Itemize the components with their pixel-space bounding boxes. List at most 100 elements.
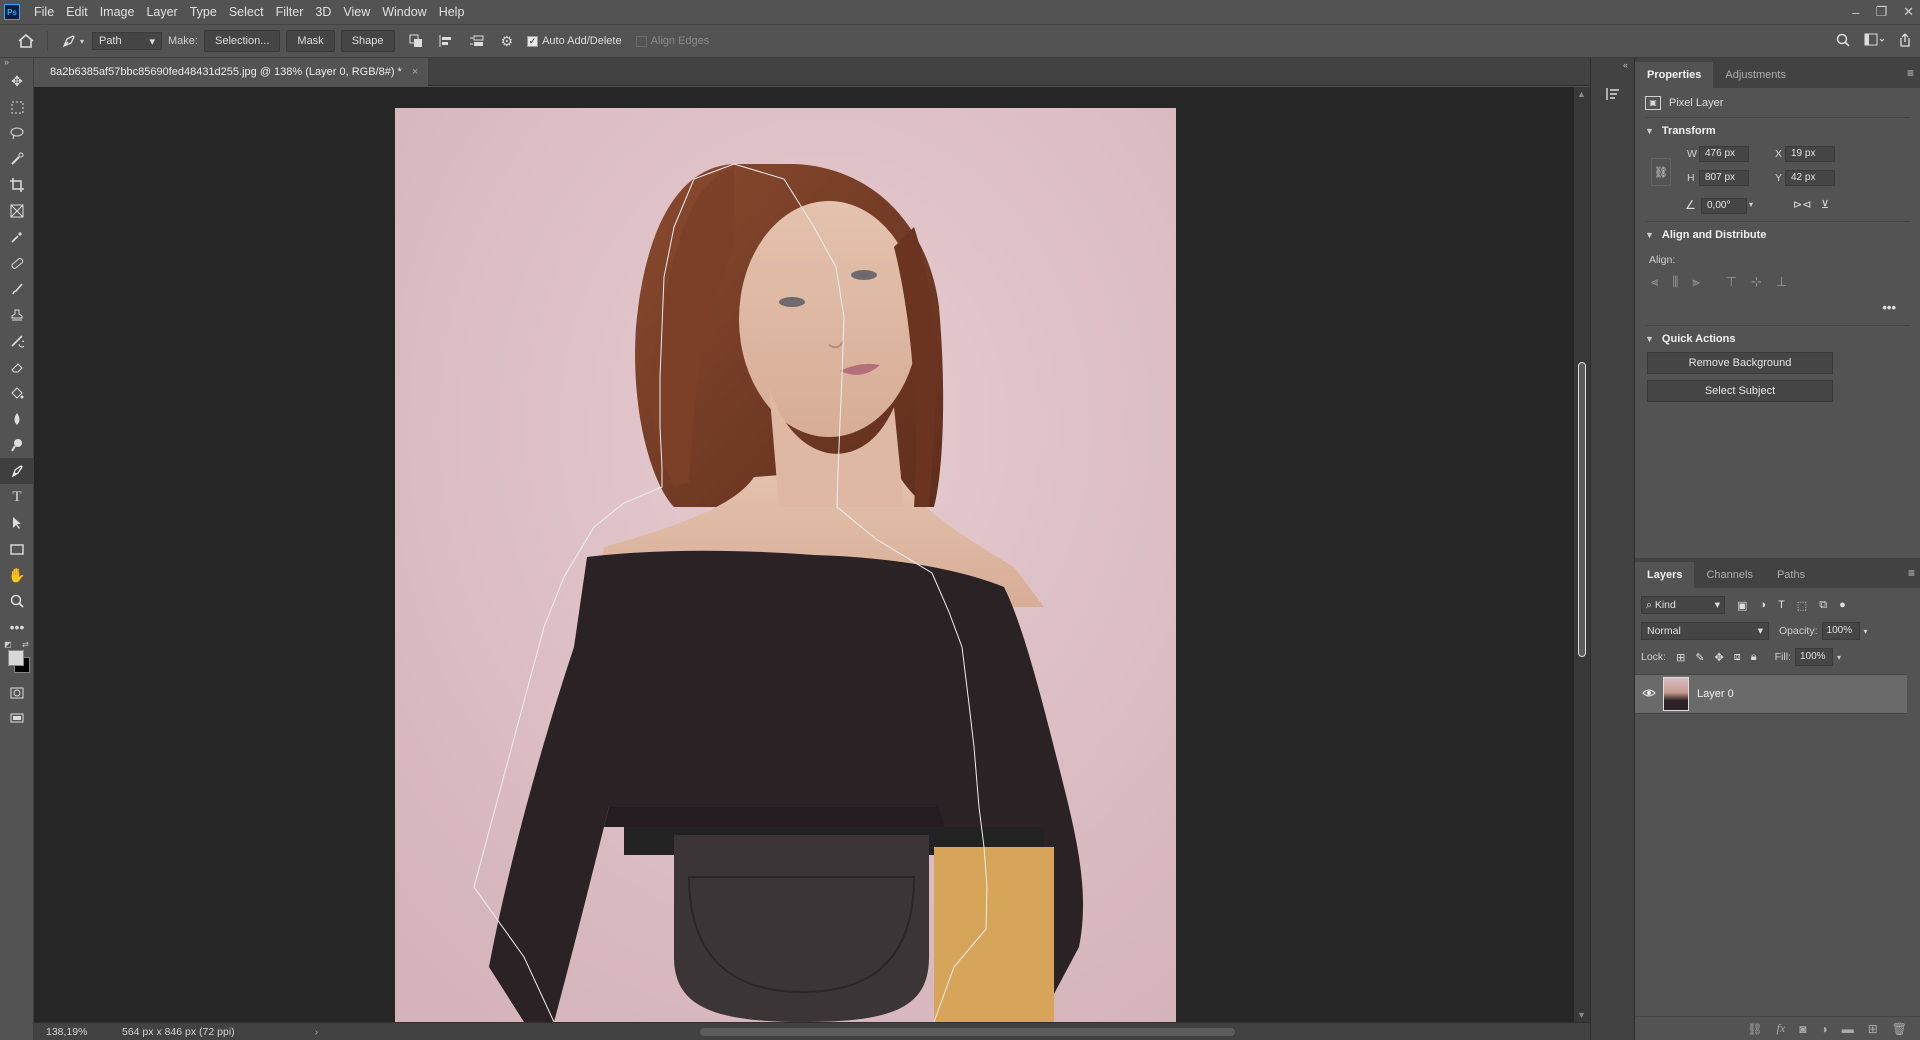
menu-file[interactable]: File	[28, 0, 60, 24]
more-options-icon[interactable]: •••	[1882, 300, 1896, 315]
history-panel-icon[interactable]	[1599, 80, 1627, 108]
filter-adjustment-icon[interactable]: ◑	[1759, 599, 1766, 611]
blend-mode-select[interactable]: Normal ▾	[1641, 622, 1769, 640]
scroll-up-icon[interactable]: ▲	[1577, 89, 1586, 99]
add-mask-icon[interactable]: ◙	[1799, 1022, 1806, 1036]
healing-brush-tool-icon[interactable]	[0, 250, 34, 276]
menu-filter[interactable]: Filter	[270, 0, 310, 24]
restore-icon[interactable]: ❐	[1875, 4, 1887, 20]
eraser-tool-icon[interactable]	[0, 354, 34, 380]
align-left-icon[interactable]: ⫷	[1651, 274, 1658, 296]
panel-collapse-icon[interactable]: »	[0, 58, 33, 68]
settings-gear-icon[interactable]: ⚙	[501, 33, 514, 50]
chevron-down-icon[interactable]: ▾	[1837, 653, 1841, 662]
zoom-level[interactable]: 138,19%	[34, 1026, 104, 1038]
panel-expand-icon[interactable]: «	[1623, 60, 1628, 70]
lock-position-icon[interactable]: ✥	[1715, 651, 1724, 664]
flip-vertical-icon[interactable]: ⊻	[1821, 198, 1829, 211]
panel-menu-icon[interactable]: ≡	[1908, 566, 1915, 580]
lock-all-icon[interactable]: 🔒︎	[1751, 651, 1757, 664]
layer-name[interactable]: Layer 0	[1697, 688, 1734, 700]
lock-artboard-icon[interactable]: ⧈	[1734, 651, 1741, 664]
workspace-icon[interactable]	[1864, 33, 1885, 51]
link-dimensions-icon[interactable]: ⛓	[1651, 158, 1671, 186]
quick-selection-tool-icon[interactable]	[0, 146, 34, 172]
swap-colors-icon[interactable]: ⇄	[22, 640, 29, 649]
menu-view[interactable]: View	[337, 0, 376, 24]
canvas-area[interactable]	[34, 87, 1574, 1022]
menu-type[interactable]: Type	[184, 0, 223, 24]
angle-field[interactable]: 0,00°	[1701, 198, 1747, 214]
close-tab-icon[interactable]: ×	[412, 66, 418, 78]
transform-section-header[interactable]: ▼ Transform	[1645, 118, 1910, 144]
document-tab[interactable]: 8a2b6385af57bbc85690fed48431d255.jpg @ 1…	[34, 58, 429, 86]
chevron-down-icon[interactable]: ▾	[1864, 627, 1868, 636]
vertical-scrollbar[interactable]: ▲ ▼	[1574, 87, 1590, 1022]
lock-transparent-icon[interactable]: ⊞	[1676, 651, 1685, 664]
blur-tool-icon[interactable]	[0, 406, 34, 432]
lock-image-icon[interactable]: ✎	[1695, 651, 1704, 664]
align-section-header[interactable]: ▼ Align and Distribute	[1645, 222, 1910, 248]
fill-field[interactable]: 100%	[1794, 648, 1833, 666]
share-icon[interactable]	[1898, 33, 1912, 51]
layer-row[interactable]: Layer 0	[1635, 674, 1907, 714]
horizontal-scrollbar-thumb[interactable]	[700, 1028, 1235, 1036]
photoshop-logo-icon[interactable]: Ps	[4, 4, 20, 20]
history-brush-tool-icon[interactable]	[0, 328, 34, 354]
menu-layer[interactable]: Layer	[140, 0, 183, 24]
width-field[interactable]: 476 px	[1699, 146, 1749, 162]
filter-smart-object-icon[interactable]: ⧉	[1819, 599, 1827, 612]
pen-tool-icon[interactable]	[0, 458, 34, 484]
rectangle-tool-icon[interactable]	[0, 536, 34, 562]
new-layer-icon[interactable]: ⊞	[1868, 1022, 1878, 1036]
menu-edit[interactable]: Edit	[60, 0, 94, 24]
make-shape-button[interactable]: Shape	[340, 30, 395, 52]
select-subject-button[interactable]: Select Subject	[1647, 380, 1833, 402]
angle-dropdown-icon[interactable]: ▾	[1749, 200, 1753, 209]
remove-background-button[interactable]: Remove Background	[1647, 352, 1833, 374]
filter-toggle-icon[interactable]: ●	[1839, 599, 1846, 611]
path-arrangement-icon[interactable]	[469, 34, 485, 48]
hand-tool-icon[interactable]: ✋	[0, 562, 34, 588]
default-colors-icon[interactable]: ◩	[4, 640, 12, 649]
crop-tool-icon[interactable]	[0, 172, 34, 198]
filter-type-icon[interactable]: T	[1778, 599, 1785, 611]
zoom-tool-icon[interactable]	[0, 588, 34, 614]
path-alignment-icon[interactable]	[439, 34, 453, 48]
link-layers-icon[interactable]: ⛓	[1747, 1022, 1762, 1036]
menu-select[interactable]: Select	[223, 0, 270, 24]
y-field[interactable]: 42 px	[1785, 170, 1835, 186]
layer-style-fx-icon[interactable]: fx	[1777, 1021, 1786, 1036]
opacity-field[interactable]: 100%	[1821, 622, 1860, 640]
x-field[interactable]: 19 px	[1785, 146, 1835, 162]
menu-3d[interactable]: 3D	[309, 0, 337, 24]
minimize-icon[interactable]: –	[1852, 5, 1859, 20]
panel-menu-icon[interactable]: ≡	[1907, 66, 1914, 80]
move-tool-icon[interactable]: ✥	[0, 68, 34, 94]
status-menu-arrow-icon[interactable]: ›	[315, 1026, 319, 1038]
lasso-tool-icon[interactable]	[0, 120, 34, 146]
quick-mask-icon[interactable]	[0, 680, 34, 706]
align-hcenter-icon[interactable]: ⫼	[1672, 274, 1678, 296]
tab-layers[interactable]: Layers	[1635, 562, 1695, 588]
color-swatches[interactable]: ◩ ⇄	[0, 640, 34, 680]
new-group-icon[interactable]: ▬	[1842, 1022, 1854, 1036]
screen-mode-icon[interactable]	[0, 706, 34, 732]
align-bottom-icon[interactable]: ⊥	[1776, 274, 1787, 296]
align-right-icon[interactable]: ⫸	[1692, 274, 1699, 296]
clone-stamp-tool-icon[interactable]	[0, 302, 34, 328]
paint-bucket-tool-icon[interactable]	[0, 380, 34, 406]
frame-tool-icon[interactable]	[0, 198, 34, 224]
layer-thumbnail[interactable]	[1663, 677, 1689, 711]
home-icon[interactable]	[18, 34, 34, 48]
tab-channels[interactable]: Channels	[1694, 562, 1764, 588]
eyedropper-tool-icon[interactable]	[0, 224, 34, 250]
filter-shape-icon[interactable]: ⬚	[1797, 599, 1807, 612]
make-mask-button[interactable]: Mask	[286, 30, 335, 52]
scrollbar-thumb[interactable]	[1578, 362, 1586, 657]
quick-actions-section-header[interactable]: ▼ Quick Actions	[1645, 326, 1910, 352]
marquee-tool-icon[interactable]	[0, 94, 34, 120]
filter-pixel-icon[interactable]: ▣	[1737, 599, 1747, 612]
dodge-tool-icon[interactable]	[0, 432, 34, 458]
adjustment-layer-icon[interactable]: ◑	[1820, 1022, 1827, 1036]
